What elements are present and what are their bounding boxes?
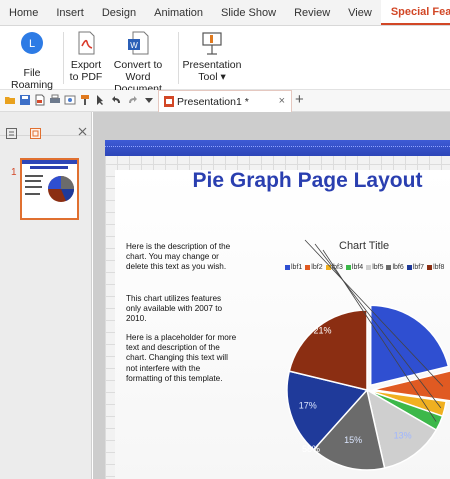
thumbnail-text — [25, 186, 42, 188]
file-roaming-label: File Roaming — [10, 67, 54, 91]
thumbnail-text — [25, 180, 41, 182]
thumbnail-band — [22, 160, 77, 164]
document-tab-label: Presentation1 * — [177, 95, 249, 108]
legend-swatch — [406, 265, 412, 270]
legend-label: lbf7 — [412, 264, 425, 271]
word-icon: W — [128, 31, 149, 55]
open-folder-icon[interactable] — [4, 94, 16, 106]
description-text-2[interactable]: This chart utilizes features only availa… — [126, 294, 238, 325]
data-label: 15% — [344, 435, 362, 445]
save-icon[interactable] — [19, 94, 31, 106]
presentation-tool-label-text: Tool — [198, 71, 218, 83]
legend-label: lbf5 — [372, 264, 384, 271]
ribbon-separator — [63, 32, 64, 84]
pdf-icon — [78, 31, 95, 55]
new-tab-button[interactable]: + — [295, 92, 304, 108]
slides-panel: 1 — [0, 112, 92, 479]
slide-number: 1 — [11, 167, 17, 178]
ribbon-separator — [178, 32, 179, 84]
legend-swatch — [366, 265, 372, 270]
slides-view-icon[interactable] — [30, 128, 41, 139]
slide-title[interactable]: Pie Graph Page Layout — [165, 169, 450, 193]
print-icon[interactable] — [49, 94, 61, 106]
data-label: 21% — [313, 325, 331, 335]
menu-animation[interactable]: Animation — [145, 0, 212, 25]
chevron-down-icon: ▾ — [220, 71, 226, 83]
redo-icon[interactable] — [126, 94, 138, 106]
convert-word-label-1: Convert to — [113, 59, 163, 71]
close-tab-icon[interactable]: × — [279, 95, 285, 107]
menu-design[interactable]: Design — [93, 0, 145, 25]
svg-text:L: L — [29, 38, 35, 50]
ribbon: L File Roaming Export to PDF W Convert t… — [0, 26, 450, 95]
print-preview-icon[interactable] — [64, 94, 76, 106]
data-label: 13% — [394, 430, 412, 440]
thumbnail-text — [25, 175, 43, 177]
legend-item: lbf1 — [285, 264, 302, 271]
legend-swatch — [427, 265, 433, 270]
thumbnail-title — [30, 166, 68, 169]
menu-home[interactable]: Home — [0, 0, 47, 25]
file-roaming-button[interactable]: L File Roaming — [4, 30, 60, 91]
export-icon[interactable] — [34, 94, 46, 106]
legend-label: lbf2 — [311, 264, 323, 271]
chart-legend[interactable]: lbf1 lbf2 lbf3 lbf4 lbf5 lbf6 lbf7 lbf8 — [285, 264, 450, 271]
legend-label: lbf6 — [392, 264, 404, 271]
format-painter-icon[interactable] — [79, 94, 91, 106]
convert-word-button[interactable]: W Convert to Word Document — [106, 30, 170, 95]
undo-icon[interactable] — [111, 94, 123, 106]
presentation-tool-label-1: Presentation — [182, 59, 242, 71]
cloud-icon: L — [21, 32, 43, 54]
close-panel-icon[interactable] — [78, 127, 87, 136]
description-text-3[interactable]: Here is a placeholder for more text and … — [126, 333, 238, 384]
customize-dropdown-icon[interactable] — [143, 94, 155, 106]
document-tab[interactable]: Presentation1 * × — [158, 90, 292, 112]
legend-swatch — [345, 265, 351, 270]
presentation-icon — [202, 32, 222, 55]
svg-text:W: W — [130, 41, 138, 50]
pointer-icon[interactable] — [94, 94, 106, 106]
legend-label: lbf1 — [291, 264, 303, 271]
legend-item: lbf4 — [345, 264, 364, 271]
data-label: 17% — [299, 400, 317, 410]
legend-item: lbf7 — [406, 264, 425, 271]
export-pdf-button[interactable]: Export to PDF — [66, 30, 106, 83]
legend-item: lbf6 — [386, 264, 404, 271]
thumbnail-text — [25, 193, 40, 195]
data-label: 58% — [302, 444, 320, 454]
legend-swatch — [285, 265, 290, 270]
legend-swatch — [305, 265, 311, 270]
slides-panel-header — [0, 112, 92, 139]
slide[interactable]: Pie Graph Page Layout Here is the descri… — [105, 140, 450, 479]
chart-title[interactable]: Chart Title — [339, 240, 389, 252]
slide-thumbnail[interactable] — [20, 158, 79, 220]
export-pdf-label-2: to PDF — [69, 71, 103, 83]
quick-access-toolbar: Presentation1 * × + — [0, 90, 450, 112]
app-window: Home Insert Design Animation Slide Show … — [0, 0, 450, 479]
presentation-tool-button[interactable]: Presentation Tool ▾ — [182, 30, 242, 83]
pie-slice-lbf1[interactable] — [369, 304, 450, 387]
slide-canvas[interactable]: Pie Graph Page Layout Here is the descri… — [93, 112, 450, 479]
menu-review[interactable]: Review — [285, 0, 339, 25]
menu-slide-show[interactable]: Slide Show — [212, 0, 285, 25]
menu-bar: Home Insert Design Animation Slide Show … — [0, 0, 450, 26]
outline-view-icon[interactable] — [6, 128, 17, 139]
legend-swatch — [386, 265, 392, 270]
menu-insert[interactable]: Insert — [47, 0, 93, 25]
legend-item: lbf8 — [427, 264, 444, 271]
legend-label: lbf4 — [351, 264, 364, 271]
menu-view[interactable]: View — [339, 0, 381, 25]
slide-header-band — [105, 140, 450, 156]
pie-chart[interactable]: 15%17%21%58%23%13% — [275, 239, 450, 479]
legend-item: lbf2 — [305, 264, 323, 271]
legend-swatch — [325, 265, 331, 270]
export-pdf-label-1: Export — [70, 59, 102, 71]
description-text-1[interactable]: Here is the description of the chart. Yo… — [126, 242, 238, 273]
legend-item: lbf5 — [366, 264, 383, 271]
presentation-tool-label-2: Tool ▾ — [198, 71, 225, 83]
legend-label: lbf8 — [433, 264, 445, 271]
presentation-file-icon — [164, 96, 174, 107]
menu-special-features[interactable]: Special Features — [380, 0, 450, 25]
thumbnail-pie-icon — [48, 176, 74, 202]
